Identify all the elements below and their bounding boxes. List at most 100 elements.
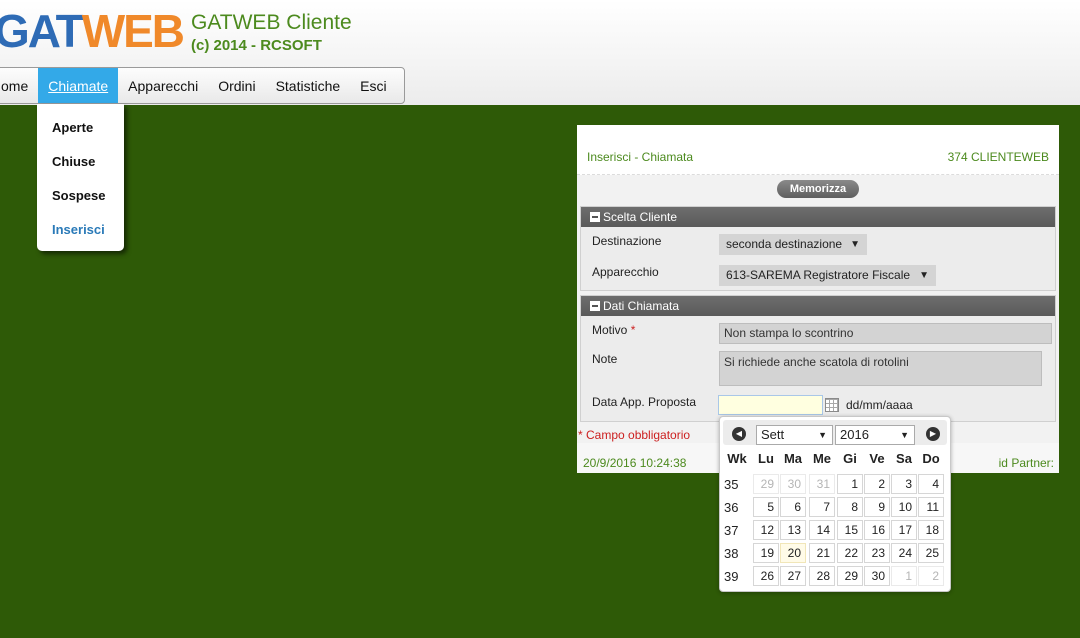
calendar-day[interactable]: 2: [918, 566, 944, 586]
destinazione-select[interactable]: seconda destinazione ▼: [719, 234, 867, 255]
calendar-day[interactable]: 8: [837, 497, 863, 517]
calendar-day[interactable]: 30: [864, 566, 890, 586]
menu-home[interactable]: ome: [0, 68, 38, 103]
apparecchio-select[interactable]: 613-SAREMA Registratore Fiscale ▼: [719, 265, 936, 286]
calendar-day[interactable]: 1: [891, 566, 917, 586]
panel-user: 374 CLIENTEWEB: [947, 150, 1049, 164]
calendar-day[interactable]: 13: [780, 520, 806, 540]
main-menu: ome Chiamate Apparecchi Ordini Statistic…: [0, 67, 405, 104]
week-number: 35: [724, 477, 739, 492]
submenu-inserisci[interactable]: Inserisci: [52, 222, 105, 237]
section-title: Dati Chiamata: [603, 299, 680, 313]
menu-statistiche[interactable]: Statistiche: [266, 68, 351, 103]
week-number: 39: [724, 569, 739, 584]
calendar-day[interactable]: 19: [753, 543, 779, 563]
collapse-icon[interactable]: [590, 301, 600, 311]
menu-apparecchi[interactable]: Apparecchi: [118, 68, 208, 103]
scelta-cliente-header[interactable]: Scelta Cliente: [581, 207, 1055, 227]
week-number: 36: [724, 500, 739, 515]
calendar-day[interactable]: 12: [753, 520, 779, 540]
note-textarea[interactable]: Si richiede anche scatola di rotolini: [719, 351, 1042, 386]
calendar-day[interactable]: 11: [918, 497, 944, 517]
menu-esci[interactable]: Esci: [350, 68, 396, 103]
weekday-header: Do: [922, 451, 940, 466]
chevron-left-icon[interactable]: ◀: [732, 427, 746, 441]
calendar-day[interactable]: 5: [753, 497, 779, 517]
gatweb-logo: GATWEB: [0, 5, 185, 57]
chevron-down-icon: ▼: [919, 270, 929, 281]
calendar-day[interactable]: 17: [891, 520, 917, 540]
partner-label: id Partner:: [998, 456, 1054, 470]
date-format-hint: dd/mm/aaaa: [846, 398, 913, 412]
calendar-day[interactable]: 27: [780, 566, 806, 586]
section-title: Scelta Cliente: [603, 210, 678, 224]
app-title: GATWEB Cliente: [191, 11, 352, 34]
month-select[interactable]: Sett ▼: [756, 425, 833, 445]
calendar-day[interactable]: 25: [918, 543, 944, 563]
calendar-day[interactable]: 23: [864, 543, 890, 563]
chiamate-submenu: Aperte Chiuse Sospese Inserisci: [37, 104, 124, 251]
calendar-day[interactable]: 10: [891, 497, 917, 517]
calendar-day[interactable]: 20: [780, 543, 806, 563]
calendar-day[interactable]: 3: [891, 474, 917, 494]
weekday-header: Wk: [727, 451, 747, 466]
dati-chiamata-header[interactable]: Dati Chiamata: [581, 296, 1055, 316]
calendar-header: ◀ Sett ▼ 2016 ▼ ▶: [723, 420, 947, 445]
chevron-down-icon: ▼: [900, 430, 909, 440]
calendar-day[interactable]: 30: [780, 474, 806, 494]
calendar-day[interactable]: 29: [753, 474, 779, 494]
timestamp: 20/9/2016 10:24:38: [583, 456, 687, 470]
submenu-chiuse[interactable]: Chiuse: [52, 154, 95, 169]
calendar-day[interactable]: 21: [809, 543, 835, 563]
year-select[interactable]: 2016 ▼: [835, 425, 915, 445]
data-proposta-input[interactable]: [718, 395, 823, 415]
datepicker-calendar: ◀ Sett ▼ 2016 ▼ ▶ Wk Lu Ma Me Gi Ve Sa Do 35 29 30 3…: [719, 416, 951, 592]
data-label: Data App. Proposta: [592, 395, 697, 409]
note-label: Note: [592, 352, 618, 366]
calendar-day[interactable]: 6: [780, 497, 806, 517]
motivo-input[interactable]: Non stampa lo scontrino: [719, 323, 1052, 344]
calendar-day[interactable]: 22: [837, 543, 863, 563]
calendar-day[interactable]: 4: [918, 474, 944, 494]
submenu-aperte[interactable]: Aperte: [52, 120, 93, 135]
panel-title: Inserisci - Chiamata: [587, 150, 694, 164]
chevron-right-icon[interactable]: ▶: [926, 427, 940, 441]
calendar-day[interactable]: 16: [864, 520, 890, 540]
calendar-day[interactable]: 29: [837, 566, 863, 586]
save-button[interactable]: Memorizza: [777, 180, 859, 198]
weekday-header: Ve: [869, 451, 885, 466]
weekday-header: Lu: [758, 451, 774, 466]
required-note: * Campo obbligatorio: [578, 428, 691, 442]
week-number: 37: [724, 523, 739, 538]
destinazione-label: Destinazione: [592, 234, 662, 248]
collapse-icon[interactable]: [590, 212, 600, 222]
calendar-day[interactable]: 2: [864, 474, 890, 494]
chevron-down-icon: ▼: [850, 239, 860, 250]
scelta-cliente-section: Scelta Cliente Destinazione seconda dest…: [580, 206, 1056, 291]
week-number: 38: [724, 546, 739, 561]
chevron-down-icon: ▼: [818, 430, 827, 440]
calendar-day[interactable]: 7: [809, 497, 835, 517]
calendar-day[interactable]: 31: [809, 474, 835, 494]
weekday-header: Sa: [896, 451, 912, 466]
calendar-day[interactable]: 28: [809, 566, 835, 586]
calendar-day[interactable]: 18: [918, 520, 944, 540]
panel-header: Inserisci - Chiamata 374 CLIENTEWEB: [577, 125, 1059, 175]
apparecchio-label: Apparecchio: [592, 265, 659, 279]
weekday-header: Me: [812, 451, 832, 466]
app-subtitle: (c) 2014 - RCSOFT: [191, 37, 322, 54]
calendar-day[interactable]: 1: [837, 474, 863, 494]
menu-ordini[interactable]: Ordini: [208, 68, 265, 103]
calendar-icon[interactable]: [825, 398, 839, 412]
calendar-day[interactable]: 14: [809, 520, 835, 540]
calendar-day[interactable]: 24: [891, 543, 917, 563]
motivo-label: Motivo *: [592, 323, 636, 337]
menu-chiamate[interactable]: Chiamate: [38, 68, 119, 103]
app-header: GATWEB GATWEB Cliente (c) 2014 - RCSOFT …: [0, 0, 1080, 105]
weekday-header: Gi: [843, 451, 857, 466]
calendar-day[interactable]: 15: [837, 520, 863, 540]
calendar-day[interactable]: 26: [753, 566, 779, 586]
submenu-sospese[interactable]: Sospese: [52, 188, 105, 203]
weekday-header: Ma: [783, 451, 803, 466]
calendar-day[interactable]: 9: [864, 497, 890, 517]
